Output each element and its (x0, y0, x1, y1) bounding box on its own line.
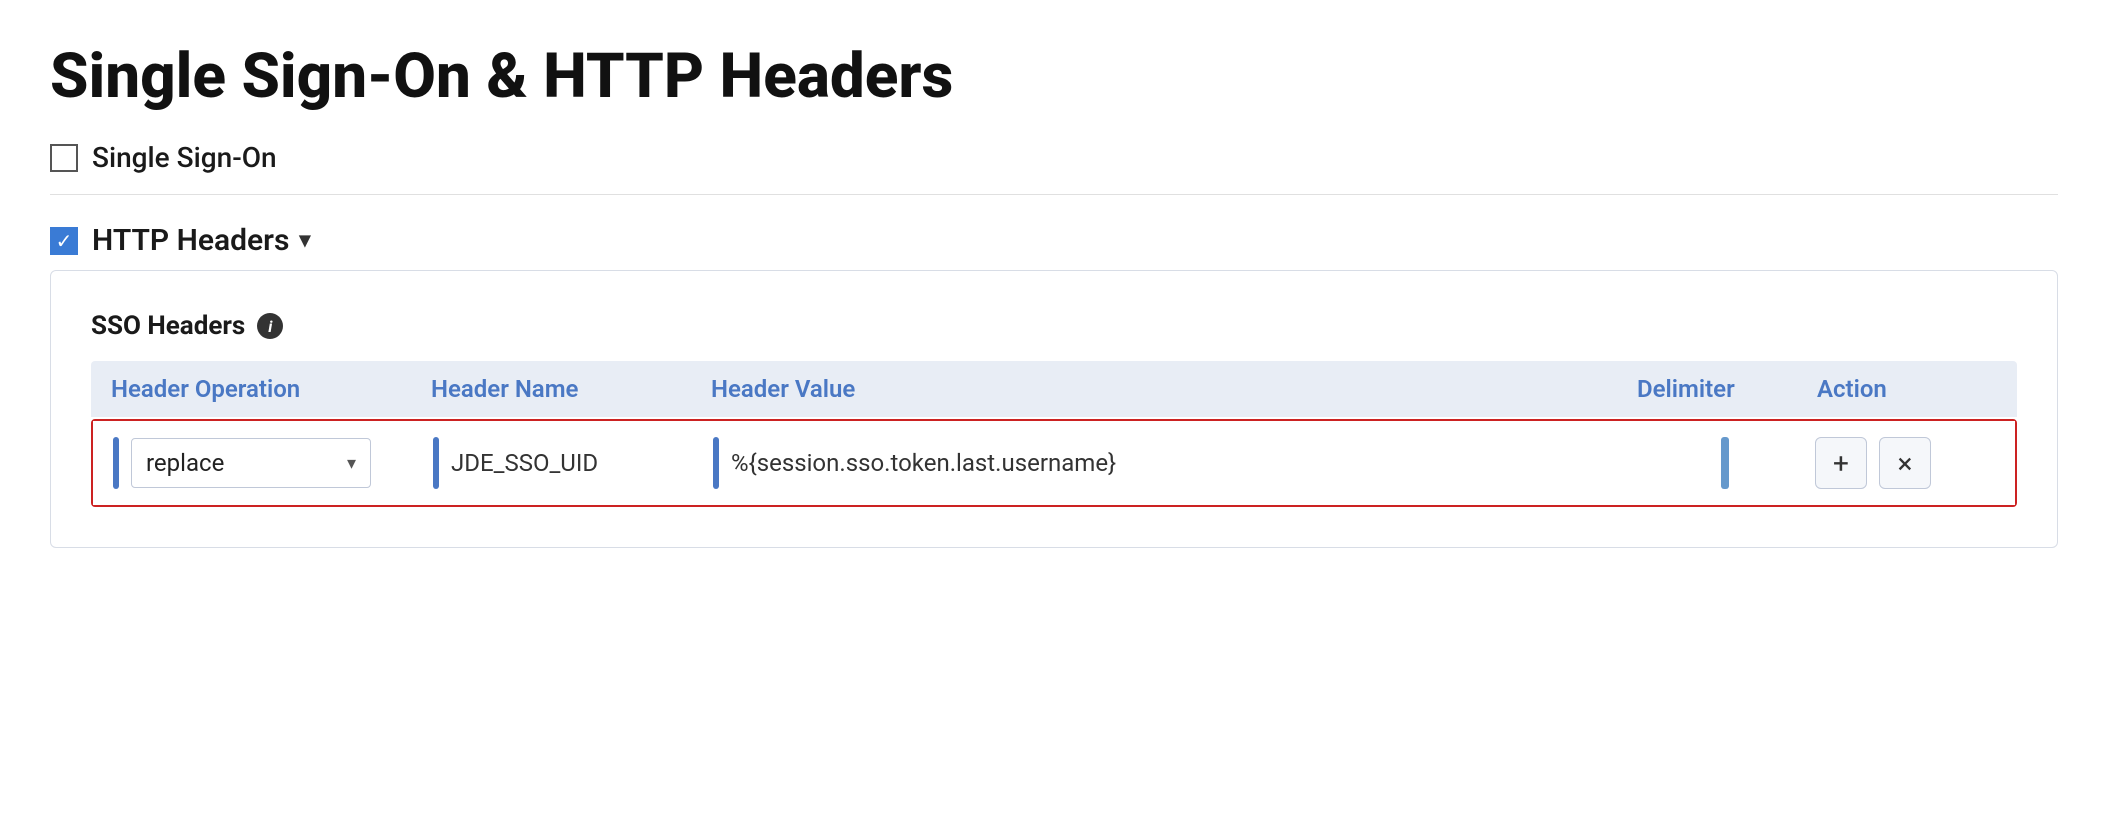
cell-delimiter (1635, 437, 1815, 489)
cell-header-operation: replace ▾ (113, 437, 433, 489)
table-row-highlighted: replace ▾ (91, 419, 2017, 507)
blue-bar-value (713, 437, 719, 489)
header-name-input[interactable] (451, 439, 713, 487)
cell-header-name (433, 437, 713, 489)
sso-checkbox[interactable] (50, 144, 78, 172)
http-headers-label: HTTP Headers ▾ (92, 223, 310, 258)
blue-bar-name (433, 437, 439, 489)
http-headers-checkbox[interactable]: ✓ (50, 227, 78, 255)
blue-bar-operation (113, 437, 119, 489)
page-title: Single Sign-On & HTTP Headers (50, 40, 2058, 113)
col-header-action: Action (1817, 375, 1997, 403)
dropdown-arrow-icon: ▾ (347, 453, 356, 474)
sso-headers-label: SSO Headers i (91, 311, 2017, 341)
sso-checkbox-label: Single Sign-On (92, 141, 277, 174)
sso-headers-table: Header Operation Header Name Header Valu… (91, 361, 2017, 507)
table-header-row: Header Operation Header Name Header Valu… (91, 361, 2017, 417)
remove-row-button[interactable]: × (1879, 437, 1931, 489)
col-header-operation: Header Operation (111, 375, 431, 403)
cell-action: + × (1815, 437, 1995, 489)
sso-headers-label-text: SSO Headers (91, 311, 245, 341)
operation-dropdown[interactable]: replace ▾ (131, 438, 371, 488)
header-value-input[interactable] (731, 439, 1635, 487)
add-row-button[interactable]: + (1815, 437, 1867, 489)
http-headers-label-text: HTTP Headers (92, 223, 289, 258)
http-headers-section-row: ✓ HTTP Headers ▾ (50, 223, 2058, 258)
sso-section-row: Single Sign-On (50, 141, 2058, 174)
section-divider (50, 194, 2058, 195)
sso-checkbox-wrapper[interactable]: Single Sign-On (50, 141, 277, 174)
col-header-delimiter: Delimiter (1637, 375, 1817, 403)
operation-value: replace (146, 449, 224, 477)
col-header-name: Header Name (431, 375, 711, 403)
delimiter-bar (1721, 437, 1729, 489)
http-headers-card: SSO Headers i Header Operation Header Na… (50, 270, 2058, 548)
info-icon[interactable]: i (257, 313, 283, 339)
http-headers-checkbox-wrapper[interactable]: ✓ HTTP Headers ▾ (50, 223, 310, 258)
cell-header-value (713, 437, 1635, 489)
table-data-row: replace ▾ (93, 421, 2015, 505)
col-header-value: Header Value (711, 375, 1637, 403)
chevron-down-icon[interactable]: ▾ (299, 228, 310, 253)
